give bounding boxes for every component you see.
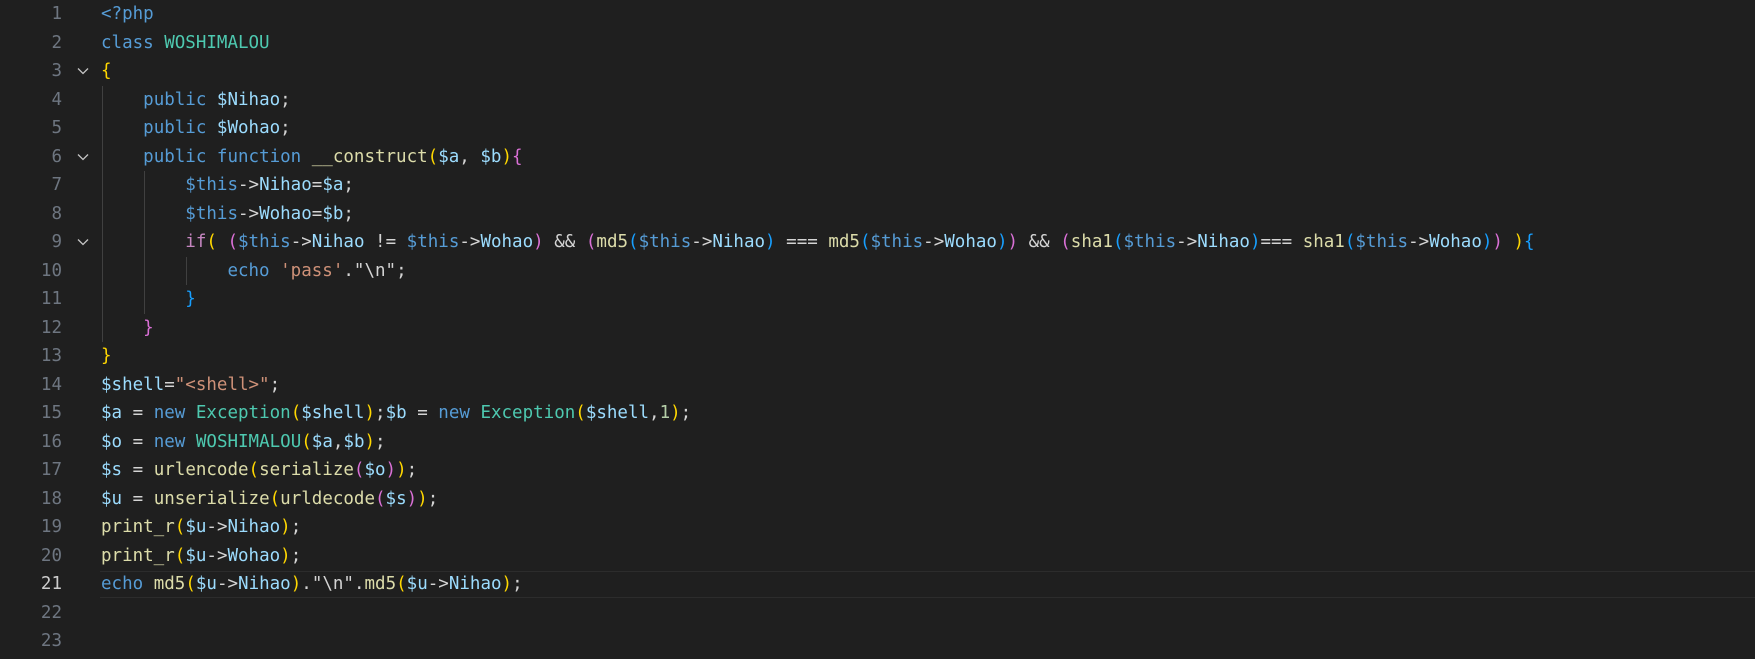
code-line[interactable]: 22 [0,599,1755,628]
code-text[interactable]: print_r($u->Wohao); [101,542,301,571]
code-line[interactable]: 20 print_r($u->Wohao); [0,542,1755,571]
line-number[interactable]: 15 [0,399,62,428]
line-number[interactable]: 8 [0,200,62,229]
code-text[interactable]: $s = urlencode(serialize($o)); [101,456,417,485]
line-number[interactable]: 2 [0,29,62,58]
line-number[interactable]: 21 [0,570,62,599]
code-text[interactable]: class WOSHIMALOU [101,29,270,58]
code-line[interactable]: 16 $o = new WOSHIMALOU($a,$b); [0,428,1755,457]
line-number[interactable]: 7 [0,171,62,200]
code-text[interactable]: echo md5($u->Nihao)."\n".md5($u->Nihao); [101,570,523,599]
line-number[interactable]: 12 [0,314,62,343]
line-number[interactable]: 10 [0,257,62,286]
code-text[interactable]: $u = unserialize(urldecode($s)); [101,485,438,514]
line-number[interactable]: 13 [0,342,62,371]
code-text[interactable]: { [101,57,112,86]
line-number[interactable]: 20 [0,542,62,571]
code-line[interactable]: 5 public $Wohao; [0,114,1755,143]
line-number[interactable]: 11 [0,285,62,314]
code-text[interactable]: <?php [101,0,154,29]
code-line[interactable]: 12 } [0,314,1755,343]
chevron-down-icon[interactable] [74,57,92,86]
line-number[interactable]: 1 [0,0,62,29]
code-line[interactable]: 23 [0,627,1755,656]
code-text[interactable]: $o = new WOSHIMALOU($a,$b); [101,428,386,457]
chevron-down-icon[interactable] [74,228,92,257]
line-number[interactable]: 6 [0,143,62,172]
line-number[interactable]: 14 [0,371,62,400]
line-number[interactable]: 4 [0,86,62,115]
code-line[interactable]: 7 $this->Nihao=$a; [0,171,1755,200]
line-number[interactable]: 16 [0,428,62,457]
line-number[interactable]: 23 [0,627,62,656]
code-editor[interactable]: 1 <?php 2 class WOSHIMALOU 3{4 public $Nihao… [0,0,1755,659]
line-number[interactable]: 17 [0,456,62,485]
code-line[interactable]: 19 print_r($u->Nihao); [0,513,1755,542]
code-text[interactable]: } [101,342,112,371]
indent-guide [144,171,146,314]
code-line[interactable]: 6 public function __construct($a, $b){ [0,143,1755,172]
line-number[interactable]: 22 [0,599,62,628]
line-number[interactable]: 19 [0,513,62,542]
code-line[interactable]: 4 public $Nihao; [0,86,1755,115]
code-line[interactable]: 14 $shell="<shell>"; [0,371,1755,400]
line-number[interactable]: 5 [0,114,62,143]
line-number[interactable]: 18 [0,485,62,514]
indent-guide [186,256,188,285]
code-text[interactable]: $this->Wohao=$b; [101,200,354,229]
line-number[interactable]: 3 [0,57,62,86]
code-text[interactable]: $shell="<shell>"; [101,371,280,400]
code-text[interactable]: $this->Nihao=$a; [101,171,354,200]
code-line[interactable]: 17 $s = urlencode(serialize($o)); [0,456,1755,485]
chevron-down-icon[interactable] [74,143,92,172]
code-text[interactable]: if( ($this->Nihao != $this->Wohao) && (m… [101,228,1534,257]
code-line[interactable]: 2 class WOSHIMALOU [0,29,1755,58]
code-line[interactable]: 3{ [0,57,1755,86]
code-line[interactable]: 13} [0,342,1755,371]
code-text[interactable]: public $Nihao; [101,86,291,115]
code-line[interactable]: 15 $a = new Exception($shell);$b = new Ex… [0,399,1755,428]
code-line[interactable]: 9 if( ($this->Nihao != $this->Wohao) && … [0,228,1755,257]
code-text[interactable]: print_r($u->Nihao); [101,513,301,542]
code-line[interactable]: 8 $this->Wohao=$b; [0,200,1755,229]
code-line[interactable]: 10 echo 'pass'."\n"; [0,257,1755,286]
code-line[interactable]: 18 $u = unserialize(urldecode($s)); [0,485,1755,514]
indent-guide [102,85,103,342]
code-text[interactable]: echo 'pass'."\n"; [101,257,406,286]
code-text[interactable]: public $Wohao; [101,114,291,143]
code-line[interactable]: 1 <?php [0,0,1755,29]
code-text[interactable]: } [101,314,154,343]
code-line[interactable]: 11 } [0,285,1755,314]
code-text[interactable]: public function __construct($a, $b){ [101,143,522,172]
code-line[interactable]: 21 echo md5($u->Nihao)."\n".md5($u->Nihao… [0,570,1755,599]
line-number[interactable]: 9 [0,228,62,257]
code-text[interactable]: $a = new Exception($shell);$b = new Exce… [101,399,691,428]
code-text[interactable]: } [101,285,196,314]
